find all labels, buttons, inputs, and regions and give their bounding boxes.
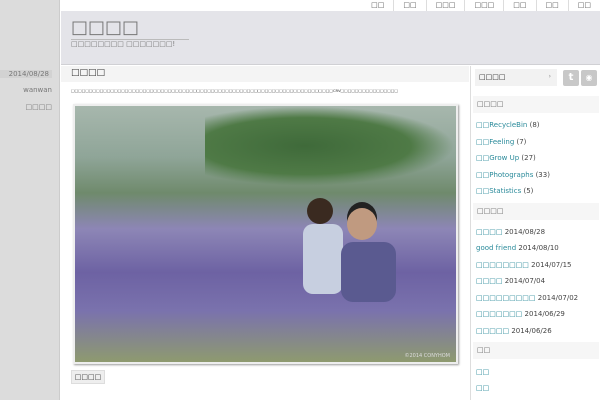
recent-post-item[interactable]: □□□□□□□□ 2014/07/15 <box>476 261 572 269</box>
post-date: 2014/08/28 <box>0 70 52 78</box>
category-item[interactable]: □□Photographs (33) <box>476 171 550 179</box>
twitter-icon[interactable]: t <box>563 70 579 86</box>
nav-item[interactable]: □□ <box>393 0 425 11</box>
post-photo: ©2014 CONYHOM <box>73 104 458 364</box>
rss-icon[interactable]: ◉ <box>581 70 597 86</box>
sidebar-select[interactable]: □□□□ › <box>475 69 557 86</box>
photo-trees <box>205 106 455 186</box>
sidebar: □□□□ › t ◉ □□□□ □□RecycleBin (8) □□Feelin… <box>470 66 600 400</box>
photo-child-head <box>307 198 333 224</box>
top-nav: □□ □□ □□□ □□□ □□ □□ □□ <box>61 0 600 11</box>
post-text: □□□□□□□□□□□□□□□□□□□□□□□□□□□□□□□□□□□□□□□□… <box>71 88 398 93</box>
link-item[interactable]: □□ <box>476 384 489 392</box>
select-label: □□□□ <box>479 73 506 81</box>
recent-post-item[interactable]: □□□□□ 2014/06/26 <box>476 327 552 335</box>
category-item[interactable]: □□Statistics (5) <box>476 187 533 195</box>
nav-item[interactable]: □□ <box>503 0 535 11</box>
site-title[interactable]: □□□□ <box>71 17 189 40</box>
photo-woman-head <box>347 208 377 240</box>
recent-post-item[interactable]: □□□□ 2014/08/28 <box>476 228 545 236</box>
site-subtitle: □□□□□□□□ □□□□□□□! <box>71 40 176 48</box>
site-header: □□□□ □□□□□□□□ □□□□□□□! <box>61 11 600 65</box>
category-item[interactable]: □□RecycleBin (8) <box>476 121 540 129</box>
read-more-button[interactable]: □□□□ <box>71 370 105 384</box>
recent-post-item[interactable]: □□□□□□□□□ 2014/07/02 <box>476 294 578 302</box>
recent-post-item[interactable]: good friend 2014/08/10 <box>476 244 559 252</box>
nav-item[interactable]: □□ <box>535 0 568 11</box>
chevron-right-icon: › <box>548 73 551 80</box>
photo-watermark: ©2014 CONYHOM <box>404 353 450 359</box>
nav-item[interactable]: □□ <box>362 0 393 11</box>
recent-posts-title: □□□□ <box>473 203 599 220</box>
post-title[interactable]: □□□□ <box>61 66 469 82</box>
recent-post-item[interactable]: □□□□□□□ 2014/06/29 <box>476 310 565 318</box>
links-title: □□ <box>473 342 599 359</box>
nav-item[interactable]: □□□ <box>464 0 503 11</box>
link-item[interactable]: □□ <box>476 368 489 376</box>
left-column <box>0 0 60 400</box>
nav-item[interactable]: □□□ <box>425 0 465 11</box>
post-category[interactable]: □□□□ <box>0 103 52 111</box>
recent-post-item[interactable]: □□□□ 2014/07/04 <box>476 277 545 285</box>
nav-item[interactable]: □□ <box>567 0 600 11</box>
photo-child <box>303 224 343 294</box>
category-item[interactable]: □□Feeling (7) <box>476 138 526 146</box>
categories-title: □□□□ <box>473 96 599 113</box>
photo-woman <box>341 242 396 302</box>
category-item[interactable]: □□Grow Up (27) <box>476 154 536 162</box>
post-author[interactable]: wanwan <box>0 86 52 94</box>
